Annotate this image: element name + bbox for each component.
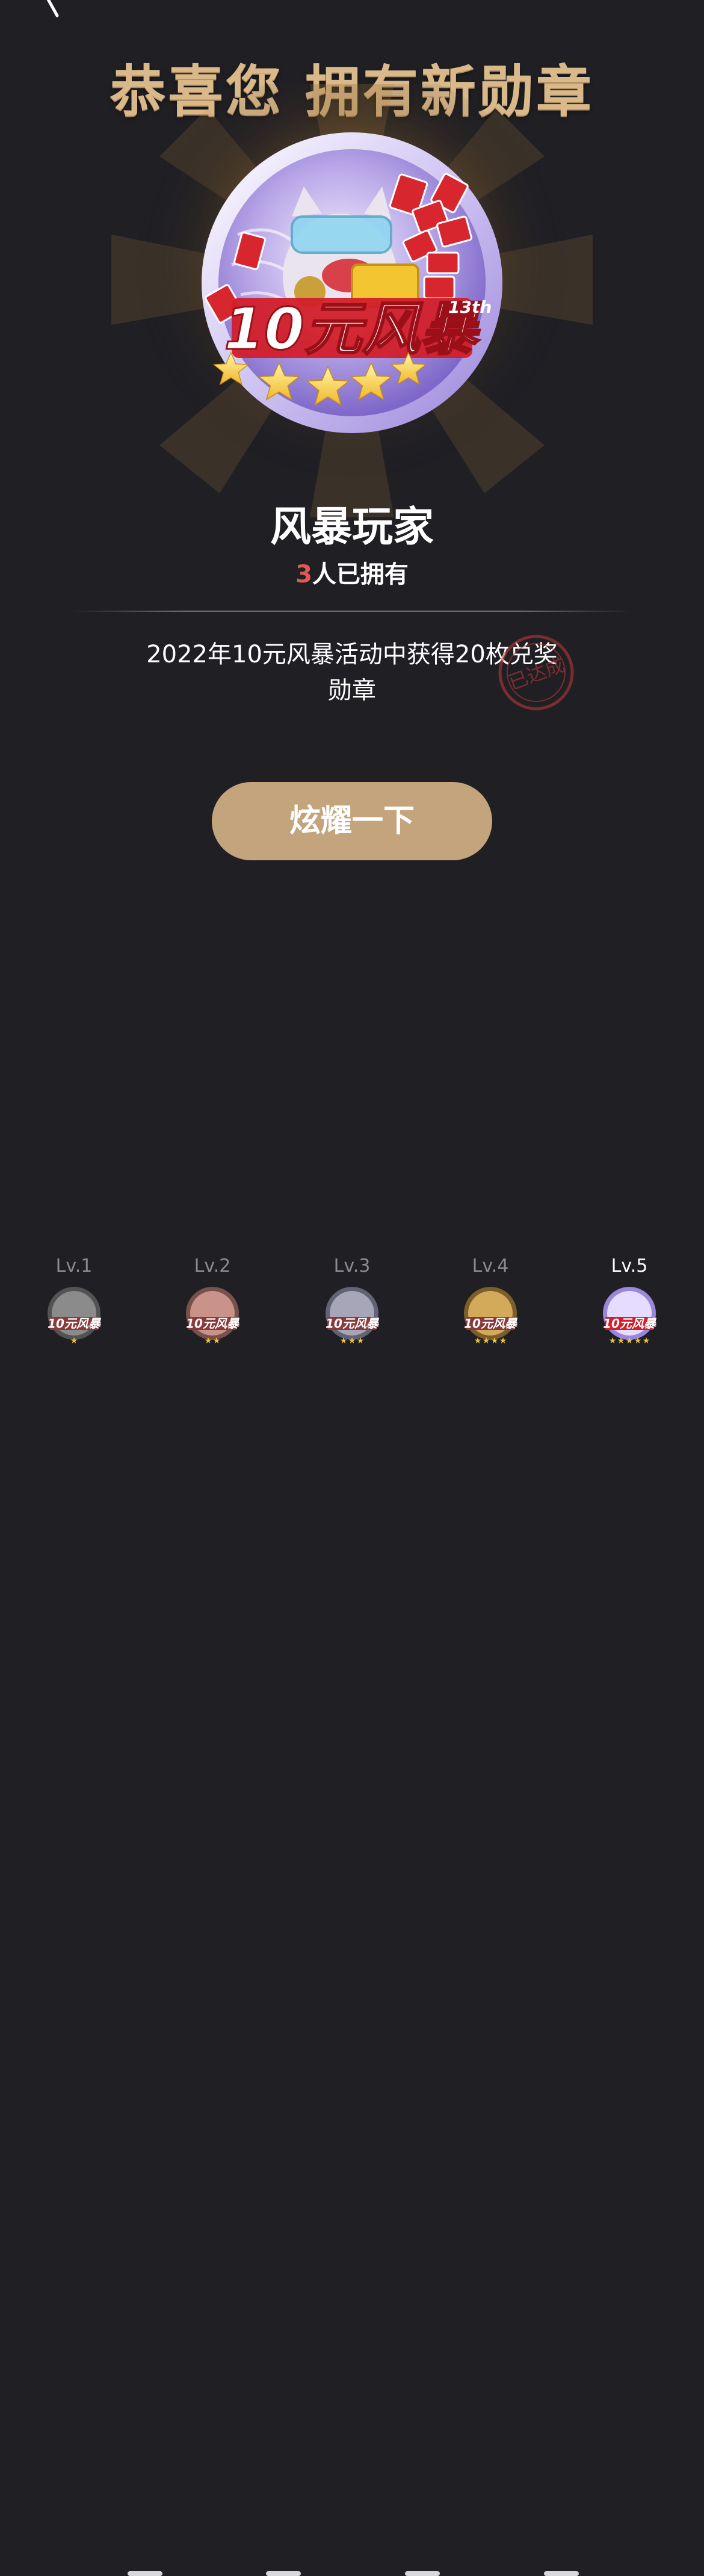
star-icon: ★ (357, 1336, 365, 1346)
level-1-medal-icon: 10元风暴 ★ (48, 1287, 102, 1346)
svg-text:10元风暴: 10元风暴 (603, 1316, 657, 1331)
level-4[interactable]: Lv.4 10元风暴 ★ ★ ★ ★ (448, 1254, 533, 1349)
svg-text:10元风暴: 10元风暴 (464, 1316, 518, 1331)
star-icon: ★ (340, 1336, 348, 1346)
star-icon: ★ (205, 1336, 212, 1346)
svg-text:10元风暴: 10元风暴 (326, 1316, 380, 1331)
svg-text:10元风暴: 10元风暴 (186, 1316, 240, 1331)
level-4-medal-icon: 10元风暴★ ★ ★ ★ (464, 1287, 518, 1346)
badge-name: 风暴玩家 (270, 504, 434, 551)
svg-text:10元风暴: 10元风暴 (224, 295, 481, 363)
level-connector (544, 2571, 579, 2576)
svg-text:已达成: 已达成 (505, 653, 567, 695)
star-icon: ★ (609, 1336, 617, 1346)
star-icon: ★ (213, 1336, 221, 1346)
star-icon: ★ (483, 1336, 490, 1346)
star-icon: ★ (474, 1336, 482, 1346)
level-5[interactable]: Lv.5 10元风暴 ★ ★ ★ ★ ★ (587, 1254, 672, 1349)
owners-number: 3 (295, 561, 312, 588)
owners-suffix: 人已拥有 (312, 561, 409, 588)
owners-count: 3人已拥有 (0, 555, 704, 590)
level-label: Lv.4 (472, 1256, 509, 1277)
level-selector: Lv.1 10元风暴 ★ Lv.2 10元风暴 ★ ★ Lv.3 10元风暴 ★ ★ ★ L… (0, 1254, 704, 2576)
chevron-left-icon (46, 0, 59, 17)
level-3[interactable]: Lv.3 10元风暴 ★ ★ ★ (310, 1254, 394, 1349)
star-icon: ★ (617, 1336, 625, 1346)
star-icon: ★ (491, 1336, 499, 1346)
level-1[interactable]: Lv.1 10元风暴 ★ (32, 1254, 116, 1349)
star-icon: ★ (643, 1336, 650, 1346)
star-icon: ★ (626, 1336, 634, 1346)
star-icon: ★ (70, 1336, 78, 1346)
level-label: Lv.3 (333, 1256, 371, 1277)
svg-text:13th: 13th (448, 297, 492, 317)
star-icon: ★ (348, 1336, 356, 1346)
level-label: Lv.2 (194, 1256, 231, 1277)
show-off-button[interactable]: 炫耀一下 (212, 782, 492, 860)
level-label: Lv.5 (611, 1256, 648, 1277)
level-connector (128, 2571, 162, 2576)
level-3-medal-icon: 10元风暴★ ★ ★ (326, 1287, 380, 1346)
medal-image: 10元风暴 13th (111, 84, 593, 517)
star-icon: ★ (499, 1336, 507, 1346)
star-icon: ★ (634, 1336, 642, 1346)
level-connector (405, 2571, 440, 2576)
svg-text:10元风暴: 10元风暴 (48, 1316, 102, 1331)
level-connector (266, 2571, 301, 2576)
level-label: Lv.1 (55, 1256, 93, 1277)
level-5-medal-icon: 10元风暴★ ★ ★ ★ ★ (603, 1287, 657, 1346)
level-2-medal-icon: 10元风暴 ★ ★ (186, 1287, 240, 1346)
achieved-stamp: 已达成 (497, 633, 575, 712)
back-button[interactable] (24, 0, 72, 24)
divider (72, 611, 632, 612)
level-2[interactable]: Lv.2 10元风暴 ★ ★ (170, 1254, 255, 1349)
